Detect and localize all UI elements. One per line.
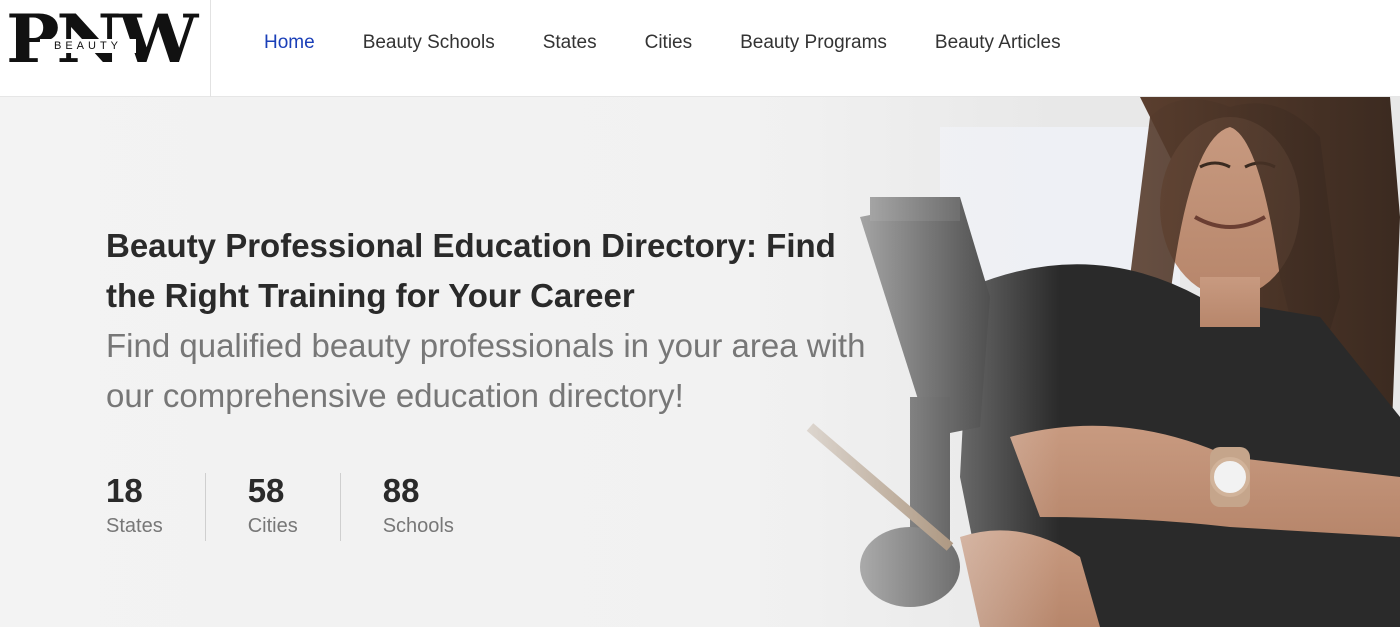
main-nav: Home Beauty Schools States Cities Beauty… bbox=[264, 0, 1109, 86]
hero-section: Beauty Professional Education Directory:… bbox=[0, 97, 1400, 627]
stat-states: 18 States bbox=[106, 473, 206, 541]
stat-label: Schools bbox=[382, 515, 454, 537]
nav-item-home[interactable]: Home bbox=[264, 32, 315, 54]
stat-label: Cities bbox=[247, 515, 298, 537]
stat-label: States bbox=[106, 515, 163, 537]
nav-item-beauty-programs[interactable]: Beauty Programs bbox=[740, 32, 887, 54]
hero-subtitle: Find qualified beauty professionals in y… bbox=[106, 327, 866, 414]
stat-value: 58 bbox=[247, 472, 285, 509]
stat-value: 18 bbox=[106, 472, 143, 509]
stat-value: 88 bbox=[382, 472, 420, 509]
nav-item-states[interactable]: States bbox=[543, 32, 597, 54]
nav-item-cities[interactable]: Cities bbox=[645, 32, 693, 54]
logo-container: PNW BEAUTY bbox=[0, 0, 211, 97]
site-logo[interactable]: PNW BEAUTY bbox=[6, 6, 198, 80]
hero-title: Beauty Professional Education Directory:… bbox=[106, 227, 836, 314]
logo-word: BEAUTY bbox=[53, 40, 122, 52]
stat-schools: 88 Schools bbox=[383, 473, 496, 541]
stat-cities: 58 Cities bbox=[248, 473, 341, 541]
site-header: PNW BEAUTY Home Beauty Schools States Ci… bbox=[0, 0, 1400, 97]
stats-row: 18 States 58 Cities 88 Schools bbox=[106, 473, 538, 541]
nav-item-beauty-schools[interactable]: Beauty Schools bbox=[363, 32, 495, 54]
nav-item-beauty-articles[interactable]: Beauty Articles bbox=[935, 32, 1061, 54]
